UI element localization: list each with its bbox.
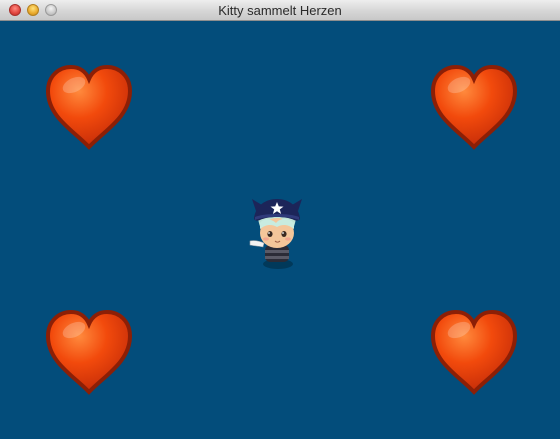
window-title: Kitty sammelt Herzen (218, 3, 342, 18)
heart-icon (430, 310, 518, 395)
heart-icon (45, 65, 133, 150)
title-bar[interactable]: Kitty sammelt Herzen (0, 0, 560, 21)
kitty-character-icon (249, 199, 302, 269)
heart-icon (45, 310, 133, 395)
game-canvas[interactable] (0, 21, 560, 439)
app-window: Kitty sammelt Herzen (0, 0, 560, 439)
heart-icon (430, 65, 518, 150)
